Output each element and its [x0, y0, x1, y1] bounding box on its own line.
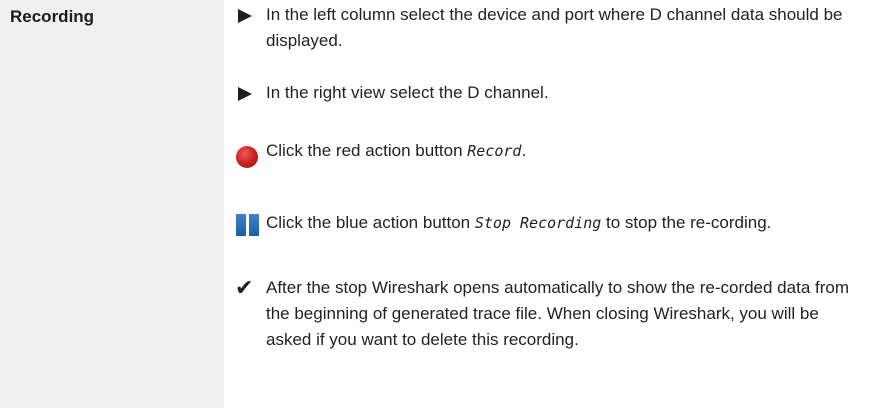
step-text: In the left column select the device and…	[266, 5, 843, 50]
stop-recording-term: Stop Recording	[474, 214, 602, 232]
section-title: Recording	[10, 7, 95, 26]
triangle-bullet-icon	[238, 87, 252, 101]
step-text-part: Click the red action button	[266, 141, 468, 160]
step-text: Click the red action button Record.	[266, 138, 866, 164]
step-text: In the right view select the D channel.	[266, 83, 549, 102]
checkmark-icon: ✔	[235, 275, 254, 300]
record-icon	[236, 146, 258, 168]
stop-recording-icon	[236, 214, 260, 236]
section-label-column: Recording	[0, 0, 224, 408]
step-text-part: Click the blue action button	[266, 213, 475, 232]
triangle-bullet-icon	[238, 9, 252, 23]
record-term: Record	[467, 142, 522, 160]
step-text-part: .	[521, 141, 527, 160]
result-text: After the stop Wireshark opens automatic…	[266, 278, 849, 349]
step-text-part: to stop the re-cording.	[601, 213, 772, 232]
step-text: Click the blue action button Stop Record…	[266, 210, 866, 236]
